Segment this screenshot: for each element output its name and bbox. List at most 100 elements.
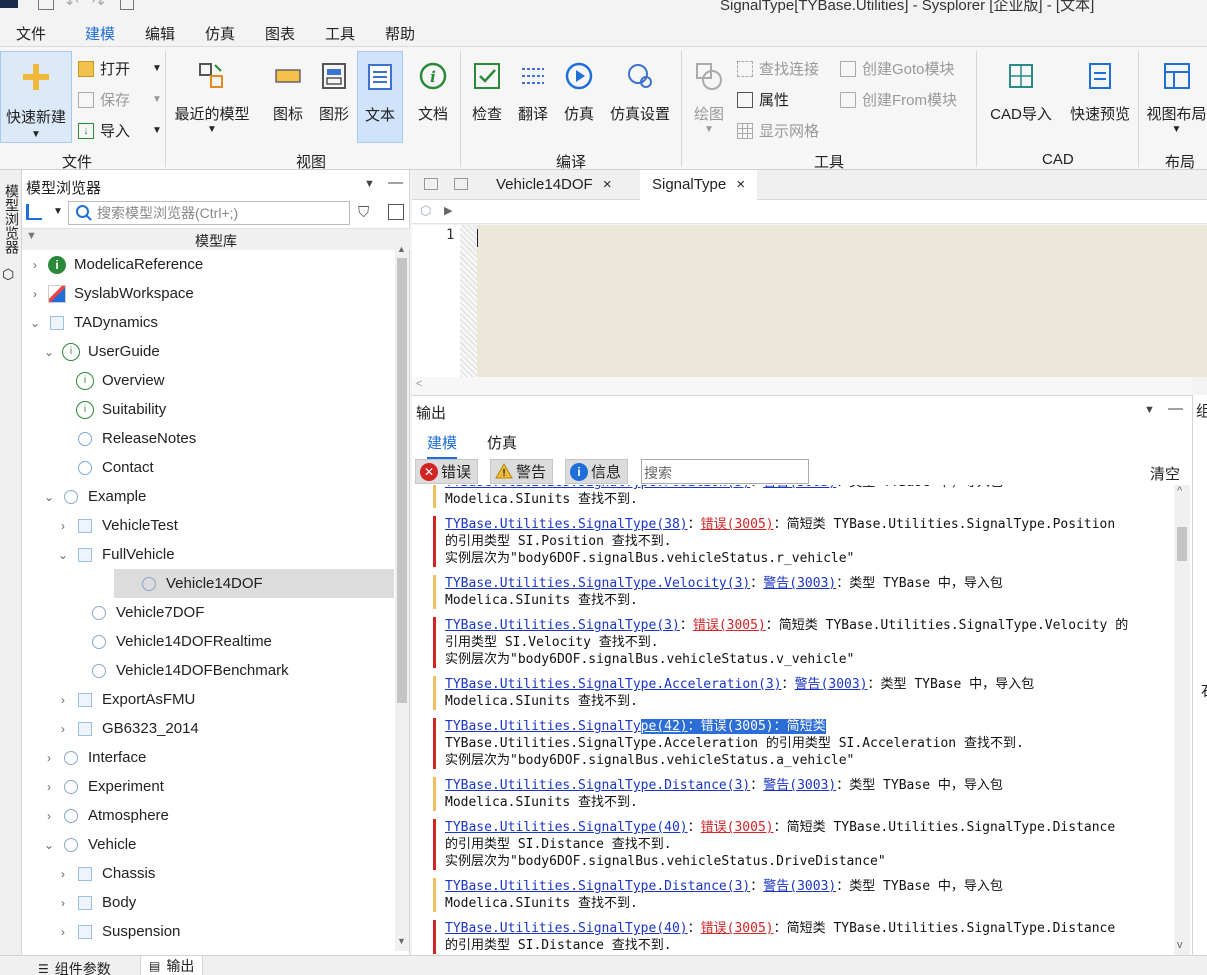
tree-item[interactable]: › Body — [22, 888, 394, 917]
warning-code-link[interactable]: 警告(3003) — [763, 879, 836, 894]
chevron-right-icon[interactable]: › — [42, 809, 56, 823]
tree-item[interactable]: Vehicle7DOF — [22, 598, 394, 627]
redo-icon[interactable]: ↷ — [92, 0, 105, 12]
output-search-input[interactable]: 搜索 — [641, 459, 809, 484]
message-source-link[interactable]: TYBase.Utilities.SignalType.Distance(3) — [445, 778, 750, 793]
clear-button[interactable]: 清空 — [1150, 463, 1180, 484]
create-from-button[interactable]: 创建From模块 — [840, 89, 957, 110]
icon-view-button[interactable]: 图标 — [268, 61, 308, 124]
chevron-down-icon[interactable]: ▼ — [26, 230, 37, 242]
quick-preview-button[interactable]: 快速预览 — [1064, 61, 1136, 124]
scrollbar-thumb[interactable] — [397, 258, 407, 703]
output-tab-modeling[interactable]: 建模 — [427, 432, 458, 459]
menu-tools[interactable]: 工具 — [325, 23, 355, 44]
tree-item[interactable]: › Suspension — [22, 917, 394, 946]
minimize-icon[interactable]: — — [1168, 400, 1183, 417]
warning-code-link[interactable]: 警告(3003) — [763, 485, 836, 490]
warning-message[interactable]: TYBase.Utilities.SignalType.Distance(3)：… — [412, 777, 1174, 811]
scrollbar-thumb[interactable] — [1177, 527, 1187, 561]
menu-file[interactable]: 文件 — [16, 23, 46, 44]
error-message[interactable]: TYBase.Utilities.SignalType(42)：错误(3005)… — [412, 718, 1174, 769]
view-layout-button[interactable]: 视图布局 ▼ — [1146, 61, 1207, 135]
message-source-link[interactable]: TYBase.Utilities.SignalType.Distance(3) — [445, 879, 750, 894]
import-button[interactable]: ↓ 导入 ▼ — [78, 120, 162, 141]
chevron-right-icon[interactable]: › — [56, 896, 70, 910]
tree-item[interactable]: › Experiment — [22, 772, 394, 801]
scroll-left-icon[interactable]: < — [416, 378, 422, 390]
tab-signaltype[interactable]: SignalType × — [640, 170, 758, 200]
check-button[interactable]: 检查 — [467, 61, 507, 124]
scroll-down-icon[interactable]: v — [1177, 939, 1183, 951]
filter-error-button[interactable]: ✕ 错误 — [415, 459, 479, 484]
scroll-down-icon[interactable]: ▼ — [397, 936, 406, 946]
tree-item[interactable]: ⌄ Example — [22, 482, 394, 511]
selected-text[interactable]: pe(42) — [640, 719, 688, 734]
chevron-right-icon[interactable]: › — [28, 287, 42, 301]
documentation-button[interactable]: i 文档 — [413, 61, 453, 124]
tab-vehicle14dof[interactable]: Vehicle14DOF × — [496, 176, 612, 193]
menu-modeling[interactable]: 建模 — [82, 23, 118, 52]
editor-horizontal-scrollbar[interactable]: < — [412, 377, 1192, 395]
output-scrollbar[interactable]: ^ v — [1174, 485, 1190, 956]
properties-button[interactable]: 属性 — [737, 89, 789, 110]
chevron-right-icon[interactable]: › — [42, 751, 56, 765]
message-source-link[interactable]: TYBase.Utilities.SignalType.Acceleration… — [445, 677, 782, 692]
chevron-right-icon[interactable]: ▶ — [444, 204, 452, 217]
chevron-down-icon[interactable]: ⌄ — [42, 490, 56, 504]
menu-simulation[interactable]: 仿真 — [205, 23, 235, 44]
menu-edit[interactable]: 编辑 — [145, 23, 175, 44]
tree-view-icon[interactable] — [26, 204, 42, 220]
tree-item[interactable]: i Suitability — [22, 395, 394, 424]
cad-import-button[interactable]: CAD导入 — [985, 61, 1057, 124]
chevron-right-icon[interactable]: › — [56, 722, 70, 736]
filter-info-button[interactable]: i 信息 — [565, 459, 629, 484]
create-goto-button[interactable]: 创建Goto模块 — [840, 58, 955, 79]
message-source-link[interactable]: TYBase.Utilities.SignalType.Velocity(3) — [445, 576, 750, 591]
tree-item[interactable]: › ExportAsFMU — [22, 685, 394, 714]
tree-item[interactable]: ⌄ TADynamics — [22, 308, 394, 337]
pin-icon[interactable] — [424, 178, 438, 190]
error-code-link[interactable]: 错误(3005) — [701, 921, 774, 936]
error-code-link[interactable]: 错误(3005) — [693, 618, 766, 633]
chevron-down-icon[interactable]: ⌄ — [42, 345, 56, 359]
warning-message[interactable]: TYBase.Utilities.SignalType.Distance(3)：… — [412, 878, 1174, 912]
show-grid-button[interactable]: 显示网格 — [737, 120, 819, 141]
simulate-button[interactable]: 仿真 — [559, 61, 599, 124]
warning-message[interactable]: TYBase.Utilities.SignalType.Position(3)：… — [412, 485, 1174, 508]
tree-item[interactable]: ⌄ FullVehicle — [22, 540, 394, 569]
chevron-right-icon[interactable]: › — [56, 693, 70, 707]
chevron-right-icon[interactable]: › — [56, 519, 70, 533]
tree-item[interactable]: Vehicle14DOFBenchmark — [22, 656, 394, 685]
message-source-link[interactable]: TYBase.Utilities.SignalType.Position(3) — [445, 485, 750, 490]
minimize-icon[interactable]: — — [388, 174, 403, 191]
translate-button[interactable]: 翻译 — [513, 61, 553, 124]
message-source-link[interactable]: TYBase.Utilities.SignalTy — [445, 719, 641, 734]
message-source-link[interactable]: TYBase.Utilities.SignalType(3) — [445, 618, 680, 633]
message-source-link[interactable]: TYBase.Utilities.SignalType(40) — [445, 820, 688, 835]
dropdown-arrow-icon[interactable]: ▼ — [53, 206, 63, 217]
tree-item[interactable]: › Atmosphere — [22, 801, 394, 830]
tree-item[interactable]: › Chassis — [22, 859, 394, 888]
window-icon[interactable] — [454, 178, 468, 190]
close-icon[interactable]: × — [603, 176, 612, 193]
chevron-right-icon[interactable]: › — [42, 780, 56, 794]
chevron-right-icon[interactable]: › — [56, 867, 70, 881]
tree-item[interactable]: › i ModelicaReference — [22, 250, 394, 279]
message-source-link[interactable]: TYBase.Utilities.SignalType(38) — [445, 517, 688, 532]
tree-item[interactable]: ReleaseNotes — [22, 424, 394, 453]
tree-item[interactable]: › Interface — [22, 743, 394, 772]
tree-item[interactable]: ⌄ Vehicle — [22, 830, 394, 859]
filter-warning-button[interactable]: ! 警告 — [490, 459, 554, 484]
browser-search-input[interactable]: 搜索模型浏览器(Ctrl+;) — [68, 201, 350, 225]
chevron-right-icon[interactable]: › — [28, 258, 42, 272]
tree-item[interactable]: › SyslabWorkspace — [22, 279, 394, 308]
collapse-all-icon[interactable] — [388, 204, 404, 220]
browser-scrollbar[interactable]: ▲ ▼ — [395, 244, 409, 951]
undo-icon[interactable]: ↶ — [66, 0, 79, 12]
warning-message[interactable]: TYBase.Utilities.SignalType.Velocity(3)：… — [412, 575, 1174, 609]
scroll-up-icon[interactable]: ▲ — [397, 244, 406, 254]
warning-code-link[interactable]: 警告(3003) — [763, 778, 836, 793]
error-message[interactable]: TYBase.Utilities.SignalType(3)：错误(3005)：… — [412, 617, 1174, 668]
panel-menu-icon[interactable]: ▼ — [364, 178, 375, 190]
open-button[interactable]: 打开 ▼ — [78, 58, 162, 79]
